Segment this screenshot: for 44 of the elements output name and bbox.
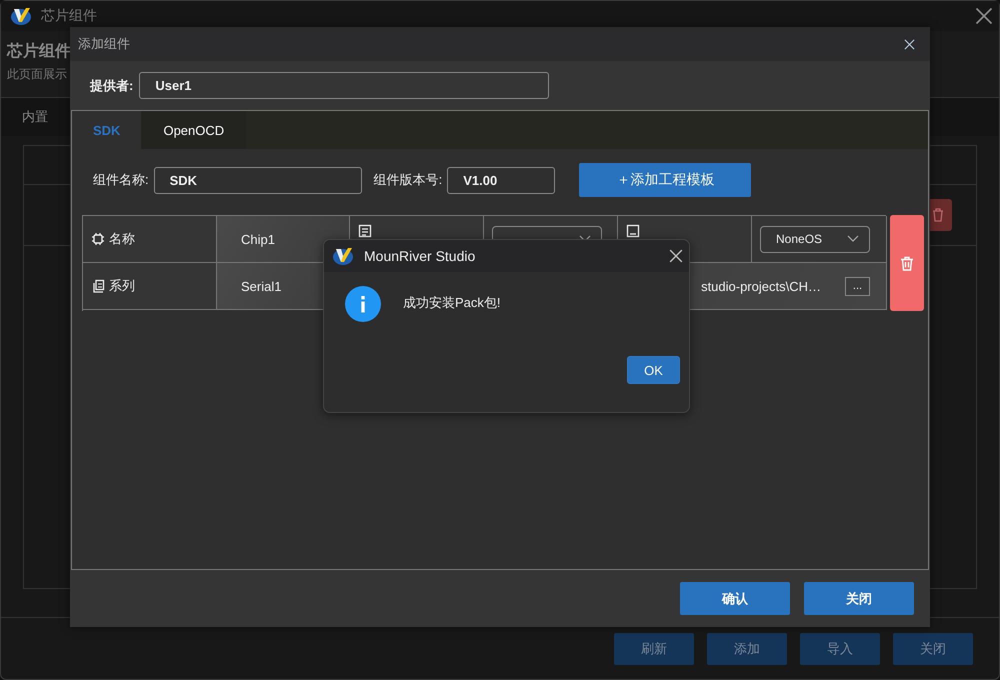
- tab[interactable]: 内置: [22, 108, 48, 126]
- footer-button[interactable]: 关闭: [893, 632, 973, 664]
- document-icon: [358, 224, 372, 238]
- chip-icon: [91, 232, 105, 246]
- close-icon: [669, 249, 683, 263]
- dropdown[interactable]: NoneOS: [760, 226, 870, 252]
- chevron-down-icon: [847, 235, 859, 243]
- field-label: 组件名称:: [93, 171, 149, 189]
- tab[interactable]: OpenOCD: [141, 111, 246, 149]
- page-description: 此页面展示: [7, 66, 67, 83]
- page-heading: 芯片组件: [7, 42, 71, 62]
- footer-button[interactable]: 导入: [800, 632, 880, 664]
- path-value: studio-projects\CH…: [701, 278, 821, 294]
- close-icon: [904, 38, 915, 50]
- footer-button[interactable]: 刷新: [614, 632, 694, 664]
- logo-icon: [10, 6, 32, 26]
- dialog-button[interactable]: 关闭: [804, 582, 914, 615]
- field-label: 提供者:: [90, 76, 134, 94]
- browse-button[interactable]: ...: [845, 276, 870, 296]
- field-label: 系列: [109, 277, 135, 295]
- trash-icon: [932, 208, 944, 222]
- delete-button[interactable]: [890, 215, 924, 311]
- message-text: 成功安装Pack包!: [403, 294, 501, 312]
- provider-field[interactable]: User1: [139, 72, 550, 99]
- version-field[interactable]: V1.00: [447, 166, 556, 194]
- window-title: 芯片组件: [41, 7, 97, 25]
- field-label: 名称: [109, 230, 135, 248]
- ok-button[interactable]: OK: [627, 356, 680, 384]
- square-icon: [626, 224, 640, 238]
- tab[interactable]: SDK: [72, 111, 142, 149]
- documents-icon: [91, 279, 105, 293]
- dropdown-value: NoneOS: [776, 232, 822, 246]
- table-cell: Chip1: [217, 216, 350, 263]
- message-box-title: MounRiver Studio: [364, 248, 476, 264]
- info-icon: [345, 286, 381, 322]
- name-field[interactable]: SDK: [154, 166, 362, 194]
- logo-icon: [332, 246, 354, 266]
- add-template-button[interactable]: ＋添加工程模板: [579, 163, 752, 197]
- footer-button[interactable]: 添加: [707, 632, 787, 664]
- dialog-button[interactable]: 确认: [680, 582, 790, 615]
- dialog-title: 添加组件: [78, 35, 130, 53]
- trash-icon: [900, 256, 914, 270]
- close-icon: [975, 7, 993, 25]
- field-label: 组件版本号:: [374, 171, 442, 189]
